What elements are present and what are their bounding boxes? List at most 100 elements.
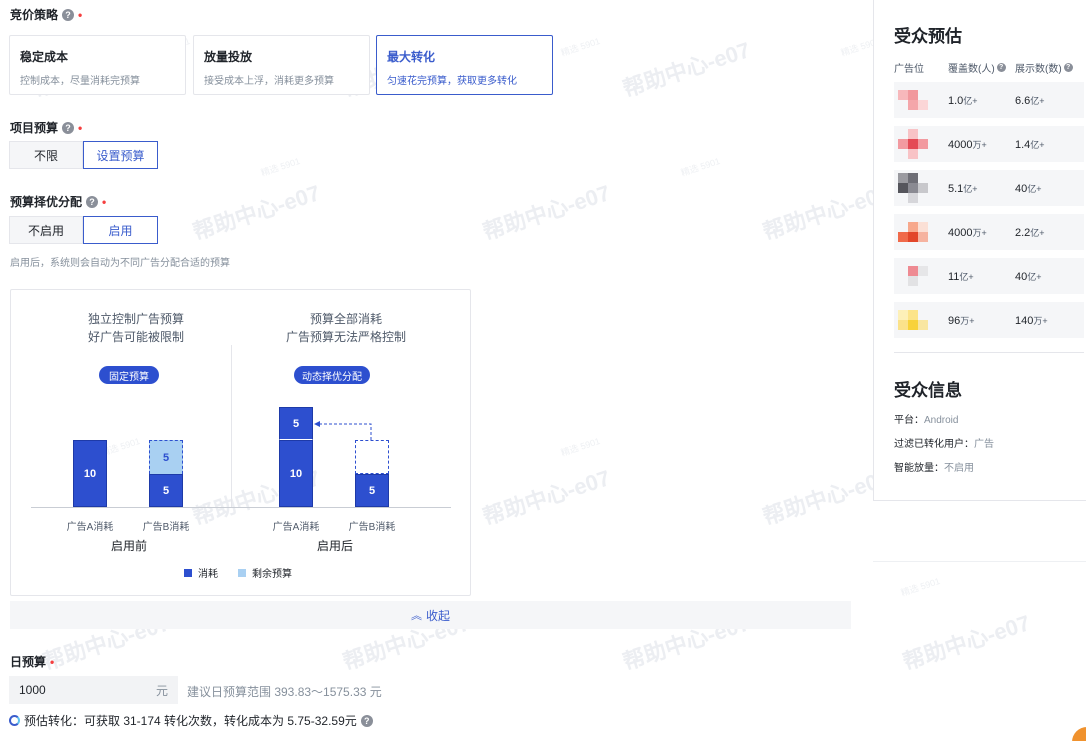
help-icon[interactable]: ? [996, 63, 1006, 72]
budget-option-unlimited[interactable]: 不限 [9, 141, 83, 169]
card-desc: 匀速花完预算，获取更多转化 [387, 76, 517, 87]
after-bar-a-top: 5 [279, 407, 313, 440]
required-mark: • [78, 7, 83, 22]
collapse-label: 收起 [425, 608, 450, 623]
left-caption-2: 好广告可能被限制 [87, 330, 184, 344]
audience-row: 5.1亿+ 40亿+ [894, 170, 1084, 206]
before-bar-b-consume: 5 [149, 474, 183, 507]
audience-row: 1.0亿+ 6.6亿+ [894, 82, 1084, 118]
card-title: 稳定成本 [20, 50, 69, 64]
cover-count: 4000万+ [948, 138, 987, 151]
placement-logo [898, 129, 938, 159]
header-show: 展示数(数)? [1015, 60, 1073, 75]
after-label-a: 广告A消耗 [272, 522, 320, 533]
audience-info-title: 受众信息 [894, 381, 962, 400]
show-count: 40亿+ [1015, 182, 1042, 195]
group-before-label: 启用前 [110, 539, 147, 553]
audience-row: 4000万+ 1.4亿+ [894, 126, 1084, 162]
alloc-option-off[interactable]: 不启用 [9, 216, 83, 244]
alloc-option-on[interactable]: 启用 [83, 216, 158, 244]
cover-count: 4000万+ [948, 226, 987, 239]
before-label-b: 广告B消耗 [142, 522, 190, 533]
legend-remain-swatch [238, 568, 246, 577]
card-title: 最大转化 [387, 50, 436, 64]
collapse-button[interactable]: ︽ 收起 [10, 601, 851, 629]
before-bar-b-remain: 5 [149, 440, 183, 474]
audience-row: 4000万+ 2.2亿+ [894, 214, 1084, 250]
cover-count: 96万+ [948, 314, 975, 327]
placement-logo [898, 217, 938, 247]
bid-card-max-conversion[interactable]: 最大转化 匀速花完预算，获取更多转化 [376, 35, 553, 95]
legend-consume-swatch [184, 568, 192, 577]
help-icon[interactable]: ? [86, 195, 99, 208]
placement-logo [898, 305, 938, 335]
dynamic-alloc-pill: 动态择优分配 [294, 366, 370, 384]
cover-count: 5.1亿+ [948, 182, 978, 195]
cover-count: 11亿+ [948, 270, 974, 283]
card-desc: 控制成本，尽量消耗完预算 [20, 76, 140, 87]
bid-card-volume[interactable]: 放量投放 接受成本上浮，消耗更多预算 [193, 35, 370, 95]
help-icon[interactable]: ? [62, 8, 75, 21]
audience-row: 11亿+ 40亿+ [894, 258, 1084, 294]
bid-strategy-title: 竞价策略 ? • [10, 7, 83, 23]
info-smart: 智能放量：不启用 [894, 463, 974, 474]
double-chevron-up-icon: ︽ [410, 610, 422, 622]
estimate-text: 预估转化：可获取 31-174 转化次数，转化成本为 5.75-32.59元 [24, 714, 357, 728]
bid-card-stable-cost[interactable]: 稳定成本 控制成本，尽量消耗完预算 [9, 35, 186, 95]
audience-sidebar: 受众预估 广告位 覆盖数(人)? 展示数(数)? 1.0亿+ 6.6亿+ 400… [873, 0, 1086, 501]
daily-budget-value: 1000 [19, 683, 46, 697]
before-label-a: 广告A消耗 [66, 522, 114, 533]
info-filter: 过滤已转化用户：广告 [894, 439, 994, 450]
after-label-b: 广告B消耗 [348, 522, 396, 533]
legend: 消耗 剩余预算 [184, 565, 292, 580]
daily-budget-unit: 元 [155, 683, 168, 698]
right-caption-2: 广告预算无法严格控制 [285, 330, 406, 344]
divider [894, 352, 1084, 353]
project-budget-title: 项目预算 ? • [10, 120, 83, 136]
card-desc: 接受成本上浮，消耗更多预算 [204, 76, 334, 87]
placement-logo [898, 173, 938, 203]
before-bar-a-consume: 10 [73, 440, 107, 507]
transfer-arrow-icon [314, 421, 372, 440]
placement-logo [898, 261, 938, 291]
daily-budget-hint: 建议日预算范围 393.83～1575.33 元 [187, 685, 382, 699]
header-placement: 广告位 [894, 64, 924, 75]
divider [873, 561, 1086, 562]
baseline [31, 507, 451, 508]
show-count: 6.6亿+ [1015, 94, 1045, 107]
daily-budget-input[interactable]: 1000 元 [9, 676, 178, 704]
required-mark: • [102, 194, 107, 209]
show-count: 140万+ [1015, 314, 1048, 327]
help-icon[interactable]: ? [360, 714, 373, 727]
audience-row: 96万+ 140万+ [894, 302, 1084, 338]
placement-logo [898, 85, 938, 115]
show-count: 40亿+ [1015, 270, 1042, 283]
required-mark: • [50, 654, 55, 669]
legend-consume-label: 消耗 [198, 569, 218, 580]
fixed-budget-pill: 固定预算 [99, 366, 159, 384]
after-bar-a-bottom: 10 [279, 440, 313, 507]
after-bar-b-consume: 5 [355, 474, 389, 507]
after-bar-b-ghost [355, 440, 389, 474]
help-icon[interactable]: ? [62, 121, 75, 134]
right-caption-1: 预算全部消耗 [309, 312, 382, 326]
floating-assistant-icon[interactable] [1072, 727, 1086, 741]
allocation-illustration: 独立控制广告预算 好广告可能被限制 预算全部消耗 广告预算无法严格控制 固定预算… [10, 289, 471, 596]
budget-alloc-title: 预算择优分配 ? • [10, 194, 107, 210]
legend-remain-label: 剩余预算 [252, 569, 292, 580]
group-after-label: 启用后 [316, 539, 353, 553]
divider [231, 345, 232, 508]
cover-count: 1.0亿+ [948, 94, 978, 107]
daily-budget-title: 日预算 • [10, 654, 55, 670]
info-platform: 平台：Android [894, 415, 959, 426]
help-icon[interactable]: ? [1063, 63, 1073, 72]
conversion-estimate: 预估转化：可获取 31-174 转化次数，转化成本为 5.75-32.59元 ? [9, 712, 373, 729]
left-caption-1: 独立控制广告预算 [87, 312, 184, 326]
budget-option-set[interactable]: 设置预算 [83, 141, 158, 169]
show-count: 2.2亿+ [1015, 226, 1045, 239]
required-mark: • [78, 120, 83, 135]
alloc-description: 启用后，系统则会自动为不同广告分配合适的预算 [10, 258, 230, 269]
show-count: 1.4亿+ [1015, 138, 1045, 151]
audience-estimate-title: 受众预估 [894, 27, 962, 46]
estimate-icon [9, 715, 20, 726]
